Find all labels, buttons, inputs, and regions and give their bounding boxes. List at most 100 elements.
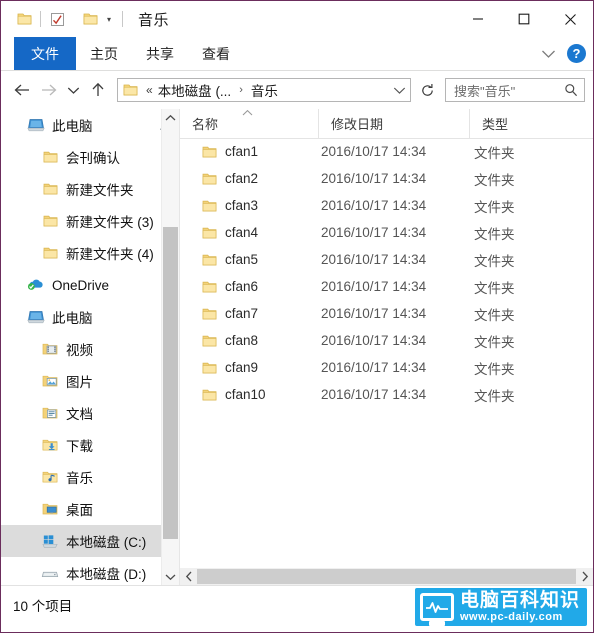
sidebar-item-8[interactable]: 图片 (1, 365, 179, 397)
sidebar-item-2[interactable]: 新建文件夹 (1, 173, 179, 205)
help-icon[interactable]: ? (567, 44, 586, 63)
tab-view[interactable]: 查看 (188, 37, 244, 70)
search-placeholder: 搜索"音乐" (454, 83, 516, 99)
breadcrumb-item-music[interactable]: 音乐 (250, 80, 279, 100)
cell-name: cfan4 (180, 225, 318, 240)
recent-locations-button[interactable] (61, 77, 85, 103)
file-name-label: cfan3 (225, 198, 259, 213)
scroll-up-button[interactable] (162, 109, 179, 126)
breadcrumb-dropdown-icon[interactable] (388, 86, 410, 95)
cell-date: 2016/10/17 14:34 (321, 225, 427, 240)
file-name-label: cfan10 (225, 387, 266, 402)
sidebar-item-11[interactable]: 音乐 (1, 461, 179, 493)
folder-icon (118, 83, 142, 97)
cell-type: 文件夹 (474, 145, 515, 161)
breadcrumb-overflow[interactable]: « (142, 83, 157, 97)
breadcrumb-separator[interactable]: › (232, 84, 250, 96)
title-bar: ▾ 音乐 (1, 1, 593, 37)
table-row[interactable]: cfan8 2016/10/17 14:34 文件夹 (180, 327, 593, 354)
cell-name: cfan9 (180, 360, 318, 375)
minimize-button[interactable] (455, 1, 501, 37)
sidebar-item-14[interactable]: 本地磁盘 (D:) (1, 557, 179, 585)
navigation-scrollbar[interactable] (161, 109, 179, 585)
up-button[interactable] (85, 77, 111, 103)
sidebar-item-label: 桌面 (66, 503, 93, 518)
column-header-name[interactable]: 名称 (180, 109, 318, 138)
sidebar-item-1[interactable]: 会刊确认 (1, 141, 179, 173)
folder-icon[interactable] (13, 8, 35, 30)
table-row[interactable]: cfan1 2016/10/17 14:34 文件夹 (180, 138, 593, 165)
tab-file[interactable]: 文件 (14, 37, 76, 70)
cell-name: cfan7 (180, 306, 318, 321)
quick-access-toolbar: ▾ (1, 8, 128, 30)
back-button[interactable] (9, 77, 35, 103)
search-icon[interactable] (558, 83, 584, 97)
breadcrumb-item-drive[interactable]: 本地磁盘 (... (157, 80, 233, 100)
table-row[interactable]: cfan3 2016/10/17 14:34 文件夹 (180, 192, 593, 219)
file-name-label: cfan6 (225, 279, 259, 294)
folder-icon (41, 180, 59, 198)
column-header-type[interactable]: 类型 (469, 109, 569, 138)
sidebar-item-label: 文档 (66, 407, 93, 422)
new-folder-icon[interactable] (79, 8, 101, 30)
scroll-down-button[interactable] (162, 568, 179, 585)
refresh-button[interactable] (415, 78, 439, 102)
properties-icon[interactable] (46, 8, 68, 30)
horizontal-scrollbar[interactable] (180, 568, 593, 585)
file-name-label: cfan8 (225, 333, 259, 348)
file-rows: cfan1 2016/10/17 14:34 文件夹 cfan2 2016/10/17 … (180, 138, 593, 585)
scrollbar-thumb[interactable] (163, 227, 178, 539)
table-row[interactable]: cfan10 2016/10/17 14:34 文件夹 (180, 381, 593, 408)
sidebar-item-10[interactable]: 下载 (1, 429, 179, 461)
cell-name: cfan3 (180, 198, 318, 213)
toolbar-divider (40, 11, 41, 27)
cell-type: 文件夹 (474, 253, 515, 269)
hscrollbar-thumb[interactable] (197, 569, 576, 584)
sidebar-item-label: 会刊确认 (66, 151, 120, 166)
sidebar-item-12[interactable]: 桌面 (1, 493, 179, 525)
sidebar-item-13[interactable]: 本地磁盘 (C:) (1, 525, 179, 557)
customize-quick-access-caret[interactable]: ▾ (101, 9, 117, 29)
table-row[interactable]: cfan9 2016/10/17 14:34 文件夹 (180, 354, 593, 381)
documents-icon (41, 404, 59, 422)
cell-date: 2016/10/17 14:34 (321, 360, 427, 375)
breadcrumb[interactable]: « 本地磁盘 (... › 音乐 (117, 78, 411, 102)
column-header-date[interactable]: 修改日期 (318, 109, 469, 138)
cell-date: 2016/10/17 14:34 (321, 333, 427, 348)
sidebar-item-label: 新建文件夹 (4) (66, 247, 154, 262)
table-row[interactable]: cfan7 2016/10/17 14:34 文件夹 (180, 300, 593, 327)
sidebar-item-5[interactable]: OneDrive (1, 269, 179, 301)
scroll-left-button[interactable] (180, 568, 197, 585)
table-row[interactable]: cfan6 2016/10/17 14:34 文件夹 (180, 273, 593, 300)
sidebar-item-6[interactable]: 此电脑 (1, 301, 179, 333)
hscrollbar-track[interactable] (197, 568, 576, 585)
window-title: 音乐 (138, 11, 170, 29)
table-row[interactable]: cfan2 2016/10/17 14:34 文件夹 (180, 165, 593, 192)
scroll-right-button[interactable] (576, 568, 593, 585)
sidebar-item-0[interactable]: 此电脑 (1, 109, 179, 141)
watermark-text: 电脑百科知识 www.pc-daily.com (460, 591, 580, 623)
file-list-pane: 名称 修改日期 类型 cfan1 2016/10/17 14:34 文件夹 cfan2… (180, 109, 593, 585)
sidebar-item-label: 此电脑 (52, 311, 93, 326)
forward-button[interactable] (35, 77, 61, 103)
tab-share[interactable]: 共享 (132, 37, 188, 70)
sidebar-item-7[interactable]: 视频 (1, 333, 179, 365)
cell-name: cfan1 (180, 144, 318, 159)
file-name-label: cfan7 (225, 306, 259, 321)
sidebar-item-4[interactable]: 新建文件夹 (4) (1, 237, 179, 269)
sidebar-item-3[interactable]: 新建文件夹 (3) (1, 205, 179, 237)
sidebar-item-9[interactable]: 文档 (1, 397, 179, 429)
table-row[interactable]: cfan4 2016/10/17 14:34 文件夹 (180, 219, 593, 246)
chevron-down-icon[interactable] (538, 44, 558, 64)
sidebar-item-label: 此电脑 (52, 119, 93, 134)
desktop-icon (41, 500, 59, 518)
cell-date: 2016/10/17 14:34 (321, 387, 427, 402)
ribbon-tab-strip: 文件 主页 共享 查看 ? (1, 37, 593, 71)
tab-home[interactable]: 主页 (76, 37, 132, 70)
maximize-button[interactable] (501, 1, 547, 37)
search-input[interactable]: 搜索"音乐" (445, 78, 585, 102)
watermark-url: www.pc-daily.com (459, 611, 563, 623)
table-row[interactable]: cfan5 2016/10/17 14:34 文件夹 (180, 246, 593, 273)
close-button[interactable] (547, 1, 593, 37)
column-headers: 名称 修改日期 类型 (180, 109, 593, 139)
